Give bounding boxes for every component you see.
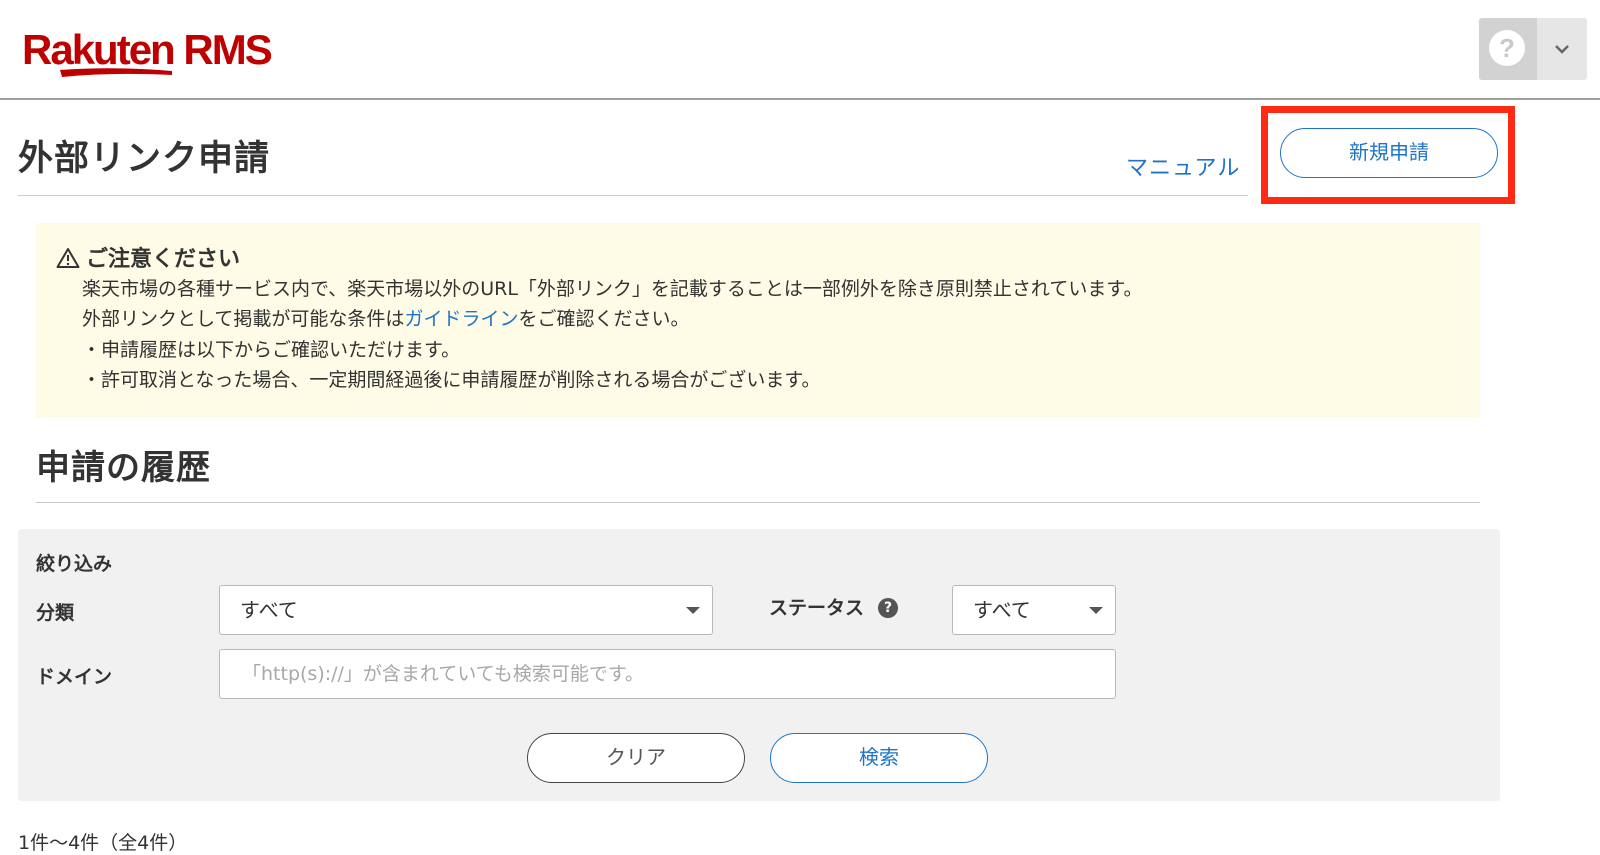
- search-button[interactable]: 検索: [770, 733, 988, 783]
- chevron-down-icon[interactable]: [1553, 42, 1571, 56]
- domain-input[interactable]: [219, 649, 1116, 699]
- category-select-value: すべて: [240, 598, 298, 622]
- title-divider: [18, 195, 1248, 196]
- domain-label: ドメイン: [36, 666, 113, 688]
- filter-heading: 絞り込み: [36, 553, 113, 575]
- status-select-value: すべて: [973, 598, 1031, 622]
- new-request-button[interactable]: 新規申請: [1280, 128, 1498, 178]
- manual-link[interactable]: マニュアル: [1126, 150, 1240, 182]
- app-header: Rakuten RMS ?: [0, 0, 1600, 100]
- notice-line-2: 外部リンクとして掲載が可能な条件はガイドラインをご確認ください。: [82, 304, 689, 331]
- filter-panel: 絞り込み 分類 すべて ステータス? すべて ドメイン クリア 検索: [18, 529, 1500, 801]
- notice-title-text: ご注意ください: [86, 247, 241, 272]
- help-button[interactable]: ?: [1479, 18, 1537, 80]
- rakuten-rms-logo[interactable]: Rakuten RMS: [22, 22, 282, 86]
- notice-bullet-2: ・許可取消となった場合、一定期間経過後に申請履歴が削除される場合がございます。: [82, 369, 821, 391]
- dropdown-caret-icon: [1089, 607, 1103, 614]
- history-section-title: 申請の履歴: [36, 448, 211, 488]
- question-circle-icon[interactable]: ?: [878, 598, 899, 618]
- question-mark-icon: ?: [1489, 30, 1525, 66]
- warning-triangle-icon: [56, 248, 80, 268]
- category-select[interactable]: すべて: [219, 585, 713, 635]
- section-divider: [36, 502, 1480, 503]
- page-title: 外部リンク申請: [18, 139, 271, 179]
- guideline-link[interactable]: ガイドライン: [404, 308, 518, 330]
- notice-line-1: 楽天市場の各種サービス内で、楽天市場以外のURL「外部リンク」を記載することは一…: [82, 278, 1143, 300]
- result-count: 1件〜4件（全4件）: [18, 832, 188, 854]
- notice-line-2-tail: をご確認ください。: [518, 308, 690, 330]
- svg-text:Rakuten RMS: Rakuten RMS: [22, 26, 272, 73]
- dropdown-caret-icon: [686, 607, 700, 614]
- notice-box: ご注意ください 楽天市場の各種サービス内で、楽天市場以外のURL「外部リンク」を…: [36, 223, 1480, 418]
- notice-title: ご注意ください: [56, 241, 240, 273]
- status-label: ステータス?: [769, 593, 899, 620]
- help-menu[interactable]: ?: [1479, 18, 1587, 80]
- category-label: 分類: [36, 602, 75, 624]
- notice-bullet-1: ・申請履歴は以下からご確認いただけます。: [82, 339, 461, 361]
- status-label-text: ステータス: [769, 597, 865, 619]
- clear-button[interactable]: クリア: [527, 733, 745, 783]
- notice-line-2-text: 外部リンクとして掲載が可能な条件は: [82, 308, 405, 330]
- status-select[interactable]: すべて: [952, 585, 1116, 635]
